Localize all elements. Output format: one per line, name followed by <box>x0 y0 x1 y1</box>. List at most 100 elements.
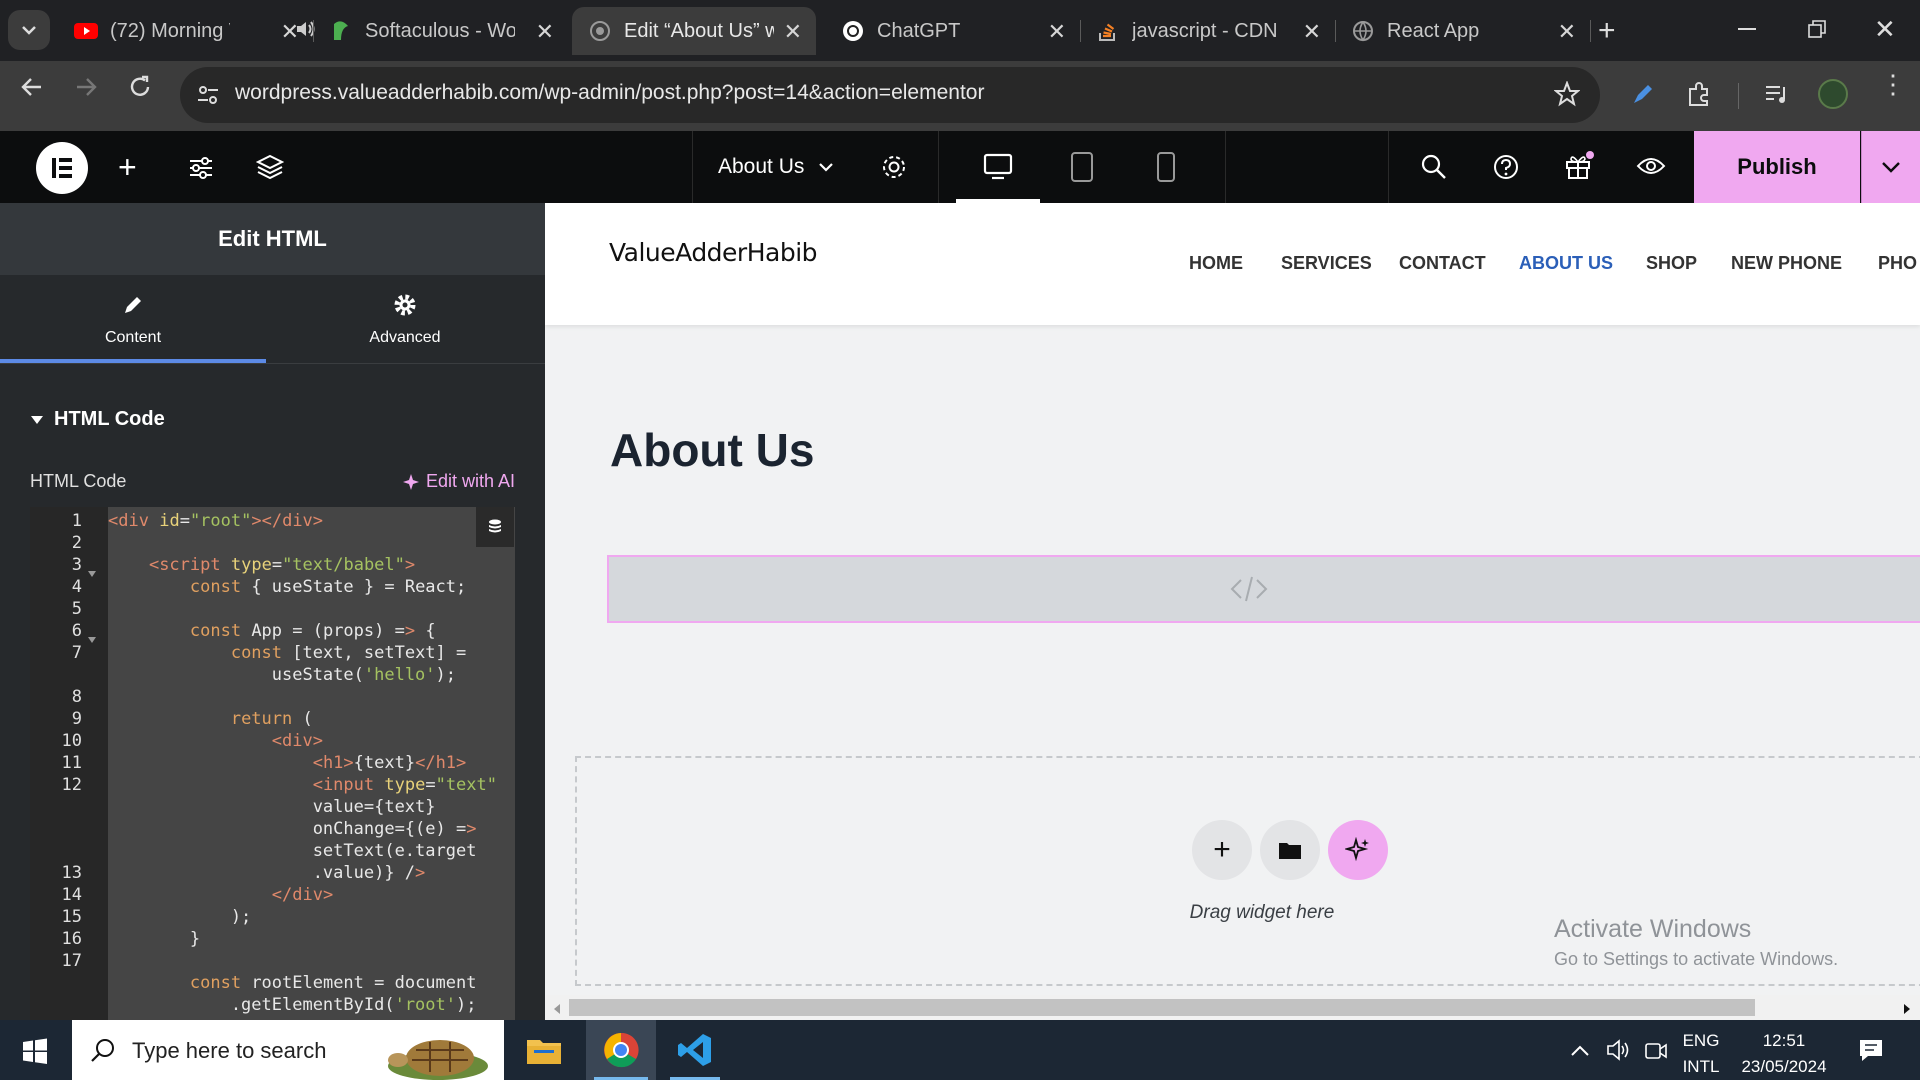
scroll-left-arrow[interactable] <box>553 1002 561 1020</box>
nav-link-pho[interactable]: PHO <box>1878 253 1917 274</box>
chrome-icon <box>604 1032 639 1068</box>
browser-tab-softaculous[interactable]: Softaculous - Word ✕ <box>313 7 568 55</box>
chevron-down-icon <box>1882 162 1900 173</box>
code-options-button[interactable] <box>476 507 514 547</box>
back-button[interactable] <box>20 75 44 106</box>
file-explorer-taskbar-icon[interactable] <box>526 1034 562 1071</box>
volume-icon[interactable] <box>1606 1038 1632 1067</box>
publish-label: Publish <box>1737 154 1817 179</box>
code-line: onChange={(e) => <box>108 819 477 839</box>
nav-link-contact[interactable]: CONTACT <box>1399 253 1486 274</box>
page-selector[interactable]: About Us <box>718 155 834 179</box>
forward-button[interactable] <box>74 75 98 106</box>
line-number: 12 <box>61 775 82 795</box>
publish-options-button[interactable] <box>1861 131 1920 203</box>
browser-tab-react-app[interactable]: React App ✕ <box>1335 7 1590 55</box>
browser-tab-youtube[interactable]: (72) Morning V ✕ <box>58 7 315 55</box>
extensions-puzzle-icon[interactable] <box>1686 81 1712 112</box>
code-line: value={text} <box>108 797 436 817</box>
close-tab-icon[interactable]: ✕ <box>1558 19 1576 45</box>
edit-with-ai-button[interactable]: Edit with AI <box>402 471 515 492</box>
code-brackets-icon <box>1230 576 1268 602</box>
add-template-button[interactable] <box>1260 820 1320 880</box>
address-bar[interactable]: wordpress.valueadderhabib.com/wp-admin/p… <box>180 67 1600 123</box>
browser-tab-chatgpt[interactable]: ChatGPT ✕ <box>825 7 1080 55</box>
browser-menu-icon[interactable]: ⋮ <box>1880 71 1906 97</box>
section-toggle[interactable]: HTML Code <box>30 408 165 431</box>
nav-link-shop[interactable]: SHOP <box>1646 253 1697 274</box>
tab-content[interactable]: Content <box>0 275 266 363</box>
clock[interactable]: 12:51 23/05/2024 <box>1734 1028 1834 1080</box>
site-logo[interactable]: ValueAdderHabib <box>609 238 818 267</box>
nav-link-home[interactable]: HOME <box>1189 253 1243 274</box>
close-tab-icon[interactable]: ✕ <box>536 19 554 45</box>
windows-start-icon[interactable] <box>22 1038 48 1069</box>
preview-eye-icon[interactable] <box>1636 155 1666 182</box>
new-tab-button[interactable]: + <box>1598 14 1616 48</box>
close-window-button[interactable]: ✕ <box>1874 14 1896 45</box>
chrome-taskbar-button[interactable] <box>586 1020 656 1080</box>
scrollbar-thumb[interactable] <box>569 999 1755 1016</box>
sparkle-icon <box>403 473 419 490</box>
tab-search-button[interactable] <box>8 10 50 50</box>
notifications-icon[interactable] <box>1858 1038 1884 1067</box>
browser-tab-stackoverflow[interactable]: javascript - CDN lin ✕ <box>1080 7 1335 55</box>
site-settings-icon[interactable] <box>188 155 214 186</box>
code-line: const App = (props) => { <box>189 621 436 641</box>
close-tab-icon[interactable]: ✕ <box>1048 19 1066 45</box>
nav-link-services[interactable]: SERVICES <box>1281 253 1372 274</box>
publish-button[interactable]: Publish <box>1694 131 1860 203</box>
desktop-view-icon[interactable] <box>983 153 1013 186</box>
html-widget-placeholder[interactable] <box>607 555 1920 623</box>
whats-new-gift-icon[interactable] <box>1564 151 1594 186</box>
search-icon[interactable] <box>1420 153 1448 186</box>
url-text: wordpress.valueadderhabib.com/wp-admin/p… <box>235 81 985 104</box>
close-tab-icon[interactable]: ✕ <box>784 19 802 45</box>
browser-toolbar: wordpress.valueadderhabib.com/wp-admin/p… <box>0 61 1920 131</box>
code-line: .value)} /> <box>108 863 426 883</box>
ai-generate-button[interactable] <box>1328 820 1388 880</box>
line-number: 17 <box>61 951 82 971</box>
reload-button[interactable] <box>128 75 152 106</box>
nav-link-new-phone[interactable]: NEW PHONE <box>1731 253 1842 274</box>
fold-caret-icon[interactable] <box>88 562 96 582</box>
show-hidden-icons-chevron[interactable] <box>1570 1044 1590 1062</box>
close-tab-icon[interactable]: ✕ <box>281 19 299 45</box>
vscode-taskbar-button[interactable] <box>664 1020 726 1080</box>
pen-extension-icon[interactable] <box>1630 81 1656 112</box>
browser-tab-elementor[interactable]: Edit “About Us” wi ✕ <box>572 7 816 55</box>
mobile-view-icon[interactable] <box>1156 151 1176 188</box>
elementor-logo-icon[interactable] <box>36 142 88 194</box>
pencil-icon <box>125 297 141 313</box>
add-section-button[interactable]: + <box>1192 820 1252 880</box>
search-highlight-tortoise-image <box>382 1036 494 1080</box>
bookmark-star-icon[interactable] <box>1553 80 1581 112</box>
tablet-view-icon[interactable] <box>1070 151 1094 188</box>
help-icon[interactable] <box>1492 153 1520 186</box>
chatgpt-icon <box>841 19 865 43</box>
scroll-right-arrow[interactable] <box>1903 1002 1911 1020</box>
structure-layers-icon[interactable] <box>255 153 285 186</box>
site-info-icon[interactable] <box>196 83 220 112</box>
fold-caret-icon[interactable] <box>88 628 96 648</box>
media-control-icon[interactable] <box>1764 83 1790 112</box>
page-settings-gear-icon[interactable] <box>880 153 908 186</box>
code-text-area[interactable]: <div id="root"></div> <script type="text… <box>108 507 515 1027</box>
restore-window-button[interactable] <box>1808 20 1826 43</box>
tab-advanced[interactable]: Advanced <box>272 275 538 363</box>
nav-link-about-us[interactable]: ABOUT US <box>1519 253 1613 274</box>
language-indicator[interactable]: ENG INTL <box>1682 1028 1720 1080</box>
add-element-icon[interactable]: + <box>118 149 137 186</box>
tab-title: (72) Morning V <box>110 19 230 42</box>
editor-panel: Edit HTML Content Advanced HTML Code HTM… <box>0 203 545 1027</box>
chevron-down-icon <box>22 26 36 35</box>
taskbar-search-box[interactable]: Type here to search <box>72 1020 504 1080</box>
code-editor[interactable]: 1 2 3 4 5 6 7 8 9 10 11 12 13 14 15 16 17 <div id="root"… <box>30 507 515 1027</box>
meet-now-icon[interactable] <box>1644 1040 1668 1067</box>
line-number: 14 <box>61 885 82 905</box>
line-number: 2 <box>71 533 82 553</box>
minimize-window-button[interactable] <box>1738 28 1756 30</box>
canvas-horizontal-scrollbar[interactable] <box>545 995 1920 1020</box>
profile-avatar[interactable] <box>1818 79 1848 109</box>
close-tab-icon[interactable]: ✕ <box>1303 19 1321 45</box>
